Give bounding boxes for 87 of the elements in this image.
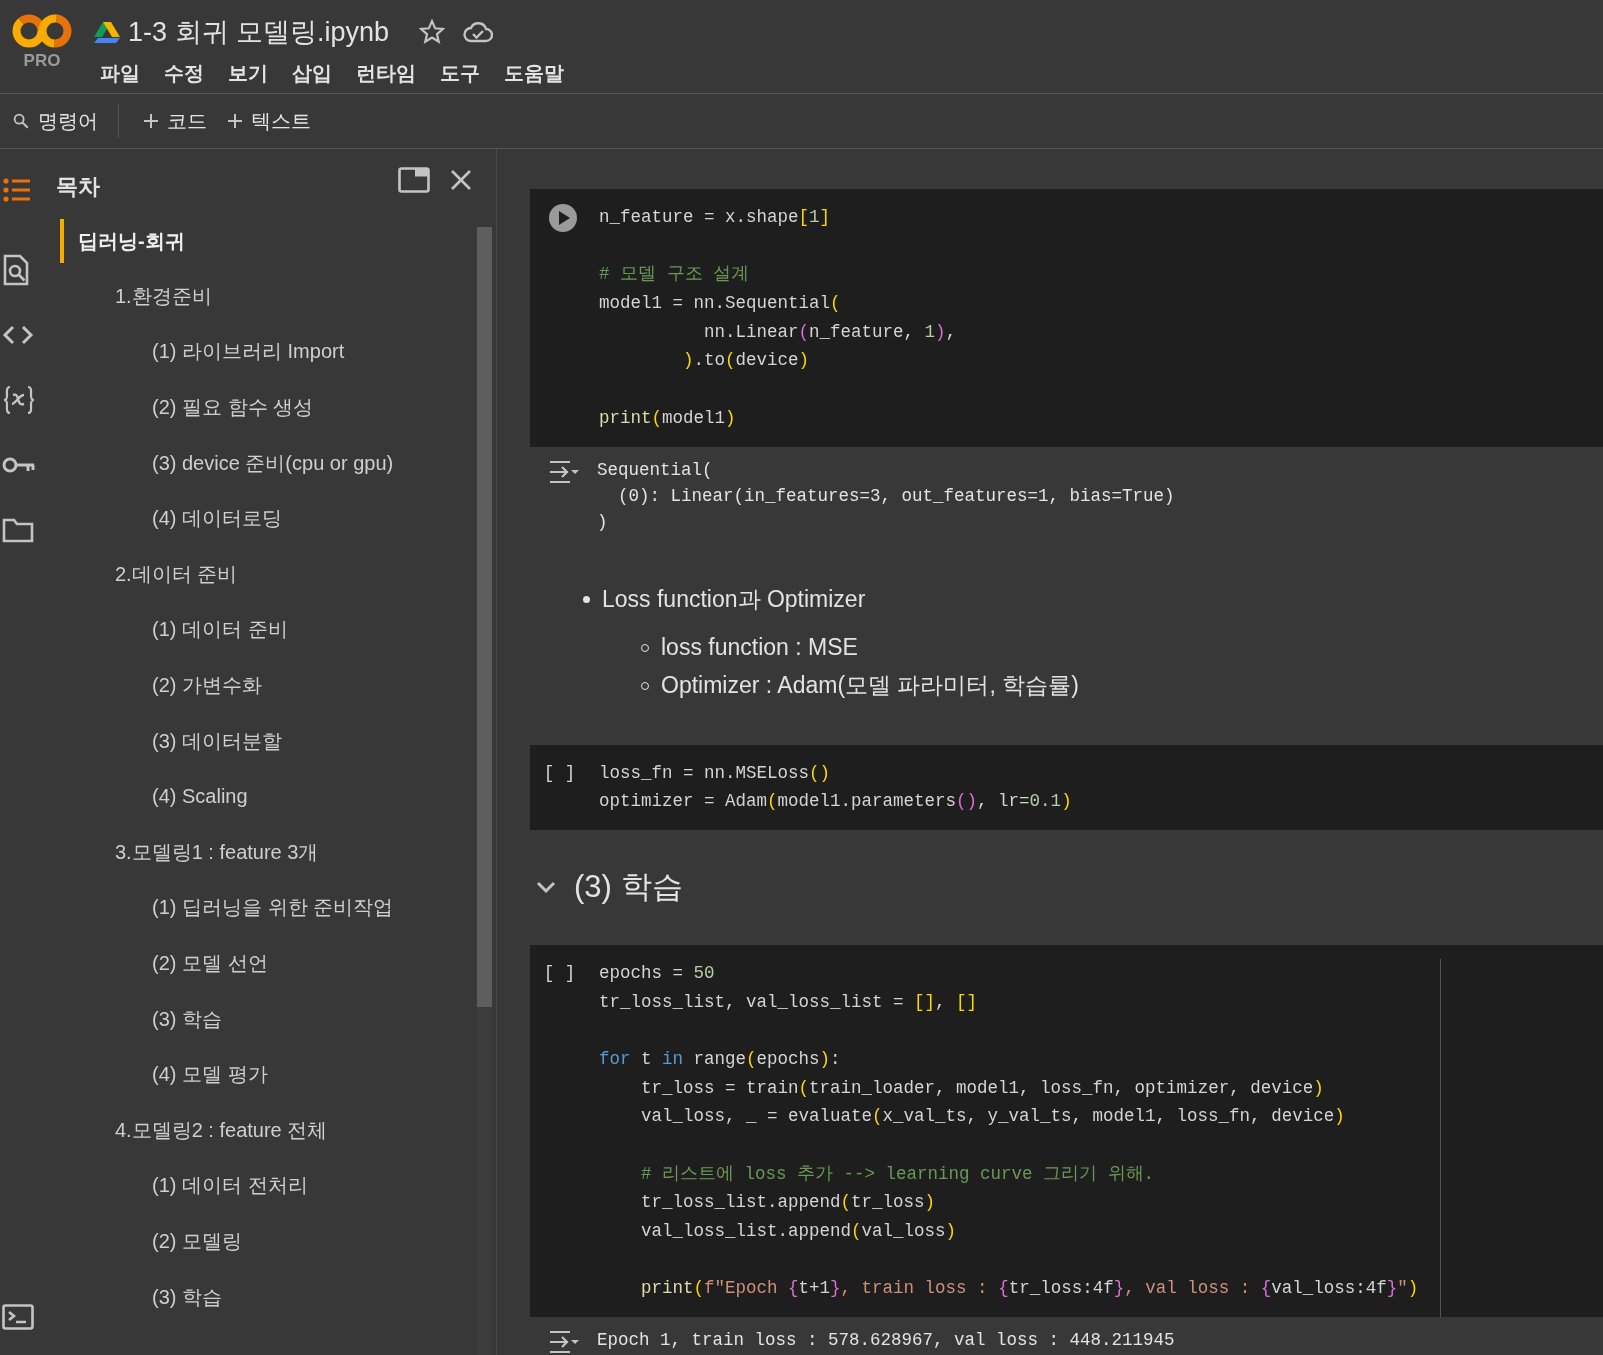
toc-item[interactable]: (3) 데이터분할 <box>60 713 471 769</box>
variables-icon[interactable] <box>2 384 36 415</box>
toc-item[interactable]: 3.모델링1 : feature 3개 <box>60 824 471 881</box>
output-line: (0): Linear(in_features=3, out_features=1, bias=True) <box>617 484 1175 508</box>
toc-item[interactable]: (1) 데이터 전처리 <box>60 1158 471 1214</box>
plus-icon <box>143 113 159 129</box>
colab-logo[interactable] <box>12 13 72 49</box>
output-line: ) <box>597 510 609 534</box>
cell-prompt[interactable]: [ ] <box>543 758 576 788</box>
code-line: val_loss_list.append(val_loss) <box>640 1220 958 1244</box>
cloud-check-icon[interactable] <box>463 20 494 44</box>
toc-item[interactable]: (3) 학습 <box>60 991 471 1047</box>
panel-title: 목차 <box>56 173 101 201</box>
code-line: # 모델 구조 설계 <box>599 263 750 287</box>
toc-item[interactable]: (1) 라이브러리 Import <box>60 324 471 380</box>
toc-item[interactable]: (3) 학습 <box>60 1269 471 1325</box>
list-text: loss function : MSE <box>661 634 858 661</box>
toc-item[interactable]: 딥러닝-회귀 <box>60 219 471 263</box>
code-line: epochs = 50 <box>599 961 716 985</box>
notebook-title[interactable]: 1-3 회귀 모델링.ipynb <box>128 14 390 50</box>
code-line: loss_fn = nn.MSELoss() <box>599 761 832 785</box>
command-search-button[interactable]: 명령어 <box>6 101 104 141</box>
code-line: val_loss, _ = evaluate(x_val_ts, y_val_ts, model1, loss_fn, device) <box>640 1105 1346 1129</box>
window-icon <box>398 167 430 193</box>
terminal-icon[interactable] <box>2 1303 34 1330</box>
toc-item[interactable]: (1) 딥러닝을 위한 준비작업 <box>60 880 471 936</box>
code-line: print(model1) <box>599 406 737 430</box>
toc-item[interactable]: (2) 모델 선언 <box>60 935 471 992</box>
menu-item[interactable]: 런타임 <box>344 56 428 91</box>
code-line: tr_loss_list.append(tr_loss) <box>640 1191 937 1215</box>
add-cell-button[interactable]: 텍스트 <box>221 101 317 141</box>
toc-item[interactable]: (1) 데이터 준비 <box>60 602 471 658</box>
output-line: Sequential( <box>597 458 714 482</box>
code-line: tr_loss = train(train_loader, model1, loss_fn, optimizer, device) <box>640 1076 1325 1100</box>
plus-icon <box>227 113 243 129</box>
play-icon <box>547 203 578 233</box>
folder-icon[interactable] <box>2 516 34 543</box>
add-cell-button[interactable]: 코드 <box>137 101 213 141</box>
drive-icon <box>94 21 120 43</box>
search-icon <box>12 112 30 130</box>
code-cell[interactable]: n_feature = x.shape[1] # 모델 구조 설계 model1 = nn.Sequential( nn.Linear(n_feature, 1), ).to(device) print(model1) <box>530 189 1603 447</box>
menu-item[interactable]: 삽입 <box>280 56 344 91</box>
section-heading: (3) 학습 <box>574 868 683 907</box>
code-line: print(f"Epoch {t+1}, train loss : {tr_loss:4f}, val loss : {val_loss:4f}") <box>640 1277 1419 1301</box>
code-cell[interactable]: [ ] loss_fn = nn.MSELoss() optimizer = Adam(model1.parameters(), lr=0.1) <box>530 744 1603 830</box>
menu-item[interactable]: 파일 <box>88 56 152 91</box>
bullet-icon <box>583 596 590 603</box>
toc-item[interactable]: (2) 가변수화 <box>60 657 471 714</box>
toc-item[interactable]: (2) 모델링 <box>60 1213 471 1270</box>
code-line: # 리스트에 loss 추가 --> learning curve 그리기 위해. <box>640 1162 1156 1186</box>
code-line: nn.Linear(n_feature, 1), <box>703 320 957 344</box>
code-line: optimizer = Adam(model1.parameters(), lr=0.1) <box>599 790 1072 814</box>
toc-item[interactable]: 4.모델링2 : feature 전체 <box>60 1102 471 1159</box>
close-icon <box>450 169 472 191</box>
output-line: Epoch 1, train loss : 578.628967, val loss : 448.211945 <box>597 1329 1175 1353</box>
collapse-button[interactable] <box>536 880 556 895</box>
toc-item[interactable]: 1.환경준비 <box>60 268 471 325</box>
code-line: ).to(device) <box>682 349 811 373</box>
toc-item[interactable]: (4) 모델 평가 <box>60 1046 471 1103</box>
toc-item[interactable]: (4) 데이터로딩 <box>60 490 471 547</box>
find-icon[interactable] <box>2 253 30 286</box>
cell-prompt[interactable]: [ ] <box>543 958 576 988</box>
toc-item[interactable]: (4) Scaling <box>60 768 471 825</box>
star-icon[interactable] <box>419 19 446 45</box>
code-line: for t in range(epochs): <box>599 1047 842 1071</box>
code-line: n_feature = x.shape[1] <box>599 206 832 229</box>
output-icon <box>547 458 580 485</box>
menu-item[interactable]: 도움말 <box>492 56 576 91</box>
code-icon[interactable] <box>2 323 34 346</box>
table-of-contents-icon[interactable] <box>2 177 32 203</box>
output-toggle-button[interactable] <box>547 1329 580 1355</box>
chevron-icon <box>536 880 556 895</box>
toc-item[interactable]: (2) 필요 함수 생성 <box>60 379 471 436</box>
scrollbar[interactable] <box>477 227 492 1355</box>
menu-item[interactable]: 도구 <box>428 56 492 91</box>
list-text: Optimizer : Adam(모델 파라미터, 학습률) <box>661 671 1079 700</box>
menu-item[interactable]: 수정 <box>152 56 216 91</box>
toc-item[interactable]: 2.데이터 준비 <box>60 546 471 603</box>
pro-label: PRO <box>23 51 61 71</box>
code-line: tr_loss_list, val_loss_list = [], [] <box>599 990 979 1014</box>
list-text: Loss function과 Optimizer <box>602 585 866 614</box>
output-icon <box>547 1329 580 1355</box>
run-cell-button[interactable] <box>547 203 578 233</box>
code-cell[interactable] <box>530 944 1603 1318</box>
menu-item[interactable]: 보기 <box>216 56 280 91</box>
code-line: model1 = nn.Sequential( <box>599 292 842 316</box>
toc-item[interactable]: (3) device 준비(cpu or gpu) <box>60 435 471 491</box>
